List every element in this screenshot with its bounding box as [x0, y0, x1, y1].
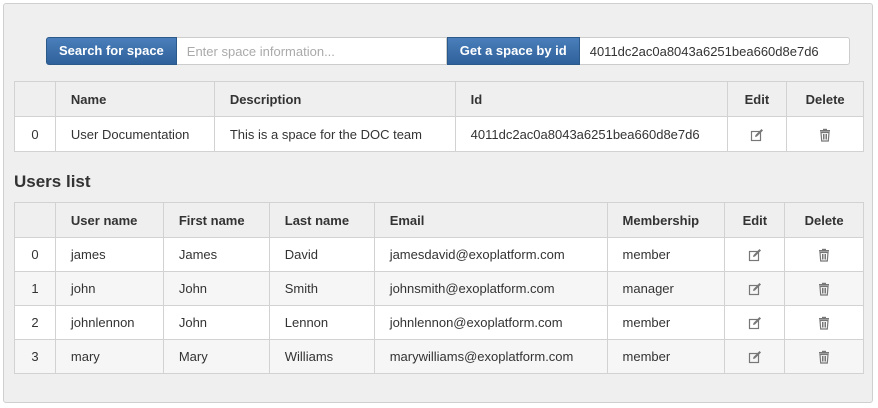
user-name: john — [54, 271, 164, 306]
users-header-membership[interactable]: Membership — [606, 202, 726, 238]
users-header-delete: Delete — [784, 202, 864, 238]
edit-icon[interactable] — [748, 316, 762, 330]
users-header-firstname[interactable]: First name — [162, 202, 270, 238]
users-table-header-row: User name First name Last name Email Mem… — [14, 202, 864, 238]
trash-icon[interactable] — [817, 316, 831, 330]
email: jamesdavid@exoplatform.com — [373, 237, 608, 272]
space-description: This is a space for the DOC team — [213, 116, 456, 152]
delete-cell — [784, 237, 864, 272]
users-header-lastname[interactable]: Last name — [268, 202, 375, 238]
trash-icon[interactable] — [817, 282, 831, 296]
table-row[interactable]: 3 mary Mary Williams marywilliams@exopla… — [14, 339, 864, 374]
delete-cell — [786, 116, 864, 152]
edit-icon[interactable] — [750, 128, 764, 142]
last-name: Williams — [268, 339, 375, 374]
space-header-description[interactable]: Description — [213, 81, 456, 117]
membership: member — [606, 305, 726, 340]
table-row[interactable]: 1 john John Smith johnsmith@exoplatform.… — [14, 271, 864, 306]
get-space-by-id-button[interactable]: Get a space by id — [446, 37, 580, 65]
users-table: User name First name Last name Email Mem… — [14, 202, 864, 374]
space-name: User Documentation — [54, 116, 215, 152]
last-name: Lennon — [268, 305, 375, 340]
space-header-id[interactable]: Id — [454, 81, 728, 117]
table-row[interactable]: 2 johnlennon John Lennon johnlennon@exop… — [14, 305, 864, 340]
space-header-index — [14, 81, 56, 117]
space-id-input[interactable] — [579, 37, 850, 65]
user-name: johnlennon — [54, 305, 164, 340]
row-index: 0 — [14, 237, 56, 272]
email: johnlennon@exoplatform.com — [373, 305, 608, 340]
edit-icon[interactable] — [748, 248, 762, 262]
row-index: 2 — [14, 305, 56, 340]
membership: manager — [606, 271, 726, 306]
delete-cell — [784, 305, 864, 340]
search-for-space-button[interactable]: Search for space — [46, 37, 177, 65]
first-name: James — [162, 237, 270, 272]
space-table: Name Description Id Edit Delete 0 User D… — [14, 81, 864, 152]
first-name: Mary — [162, 339, 270, 374]
row-index: 1 — [14, 271, 56, 306]
email: marywilliams@exoplatform.com — [373, 339, 608, 374]
edit-cell — [724, 305, 786, 340]
users-header-username[interactable]: User name — [54, 202, 164, 238]
users-header-index — [14, 202, 56, 238]
space-header-delete: Delete — [786, 81, 864, 117]
delete-cell — [784, 339, 864, 374]
space-header-name[interactable]: Name — [54, 81, 215, 117]
table-row[interactable]: 0 james James David jamesdavid@exoplatfo… — [14, 237, 864, 272]
users-header-edit: Edit — [724, 202, 786, 238]
user-name: james — [54, 237, 164, 272]
search-input[interactable] — [176, 37, 447, 65]
row-index: 0 — [14, 116, 56, 152]
edit-icon[interactable] — [748, 282, 762, 296]
space-header-edit: Edit — [726, 81, 788, 117]
first-name: John — [162, 305, 270, 340]
table-row[interactable]: 0 User Documentation This is a space for… — [14, 116, 864, 152]
edit-cell — [724, 339, 786, 374]
first-name: John — [162, 271, 270, 306]
edit-icon[interactable] — [748, 350, 762, 364]
edit-cell — [724, 271, 786, 306]
space-table-header-row: Name Description Id Edit Delete — [14, 81, 864, 117]
membership: member — [606, 237, 726, 272]
search-bar: Search for space Get a space by id — [46, 37, 850, 65]
trash-icon[interactable] — [817, 350, 831, 364]
trash-icon[interactable] — [818, 128, 832, 142]
row-index: 3 — [14, 339, 56, 374]
user-name: mary — [54, 339, 164, 374]
last-name: David — [268, 237, 375, 272]
last-name: Smith — [268, 271, 375, 306]
edit-cell — [726, 116, 788, 152]
membership: member — [606, 339, 726, 374]
users-list-title: Users list — [14, 172, 91, 191]
space-id: 4011dc2ac0a8043a6251bea660d8e7d6 — [454, 116, 728, 152]
trash-icon[interactable] — [817, 248, 831, 262]
users-header-email[interactable]: Email — [373, 202, 608, 238]
edit-cell — [724, 237, 786, 272]
delete-cell — [784, 271, 864, 306]
email: johnsmith@exoplatform.com — [373, 271, 608, 306]
